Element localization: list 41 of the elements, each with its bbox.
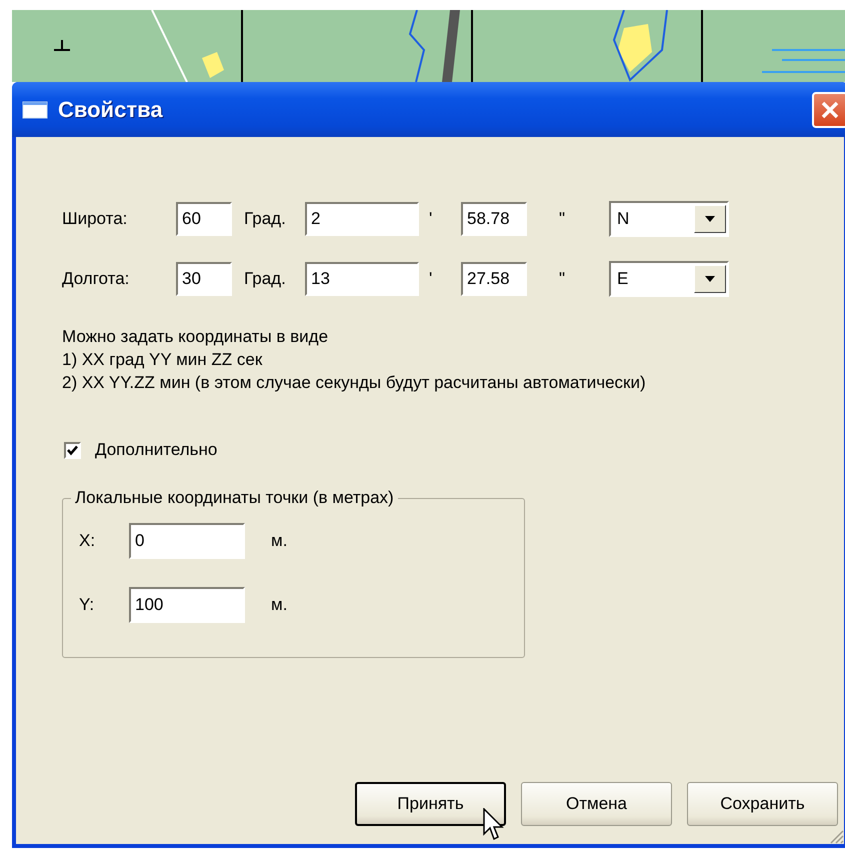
minutes-mark: ' xyxy=(428,209,434,229)
dialog-button[interactable]: Сохранить xyxy=(687,782,838,826)
axis-label: X: xyxy=(79,531,96,551)
degrees-field[interactable]: 30 xyxy=(176,262,232,296)
dialog-button[interactable]: Отмена xyxy=(521,782,672,826)
hemisphere-dropdown[interactable]: E xyxy=(609,261,729,297)
dropdown-button[interactable] xyxy=(694,265,726,293)
minutes-field[interactable]: 13 xyxy=(305,262,419,296)
hint-text: 1) XX град YY мин ZZ сек xyxy=(62,349,264,371)
hint-text: 2) XX YY.ZZ мин (в этом случае секунды будут расчитаны автоматически) xyxy=(62,372,647,394)
window-title: Свойства xyxy=(58,96,163,122)
caret-icon xyxy=(704,275,716,283)
minutes-field[interactable]: 2 xyxy=(305,202,419,236)
window-icon xyxy=(22,100,48,118)
degrees-field[interactable]: 60 xyxy=(176,202,232,236)
resize-grip-icon xyxy=(828,828,844,844)
minutes-mark: ' xyxy=(428,269,434,289)
unit-label: Град. xyxy=(244,209,287,229)
group-title: Локальные координаты точки (в метрах) xyxy=(74,488,395,508)
seconds-field[interactable]: 27.58 xyxy=(461,262,527,296)
coordinate-label: Долгота: xyxy=(62,269,130,289)
dialog-button[interactable]: Принять xyxy=(355,782,506,826)
unit-label: Град. xyxy=(244,269,287,289)
hemisphere-dropdown[interactable]: N xyxy=(609,201,729,237)
hint-text: Можно задать координаты в виде xyxy=(62,326,330,348)
seconds-mark: " xyxy=(558,269,566,289)
axis-label: Y: xyxy=(79,595,96,615)
close-button[interactable] xyxy=(812,92,845,128)
checkbox-label: Дополнительно xyxy=(95,440,218,460)
coordinate-label: Широта: xyxy=(62,209,128,229)
unit-label: м. xyxy=(271,531,288,551)
dropdown-button[interactable] xyxy=(694,205,726,233)
mouse-pointer-icon xyxy=(483,808,505,842)
unit-label: м. xyxy=(271,595,288,615)
checkmark-icon xyxy=(66,444,79,456)
seconds-mark: " xyxy=(558,209,566,229)
caret-icon xyxy=(704,215,716,223)
seconds-field[interactable]: 58.78 xyxy=(461,202,527,236)
coordinate-field[interactable]: 100 xyxy=(129,587,245,623)
coordinate-field[interactable]: 0 xyxy=(129,523,245,559)
checkbox[interactable] xyxy=(64,442,81,458)
